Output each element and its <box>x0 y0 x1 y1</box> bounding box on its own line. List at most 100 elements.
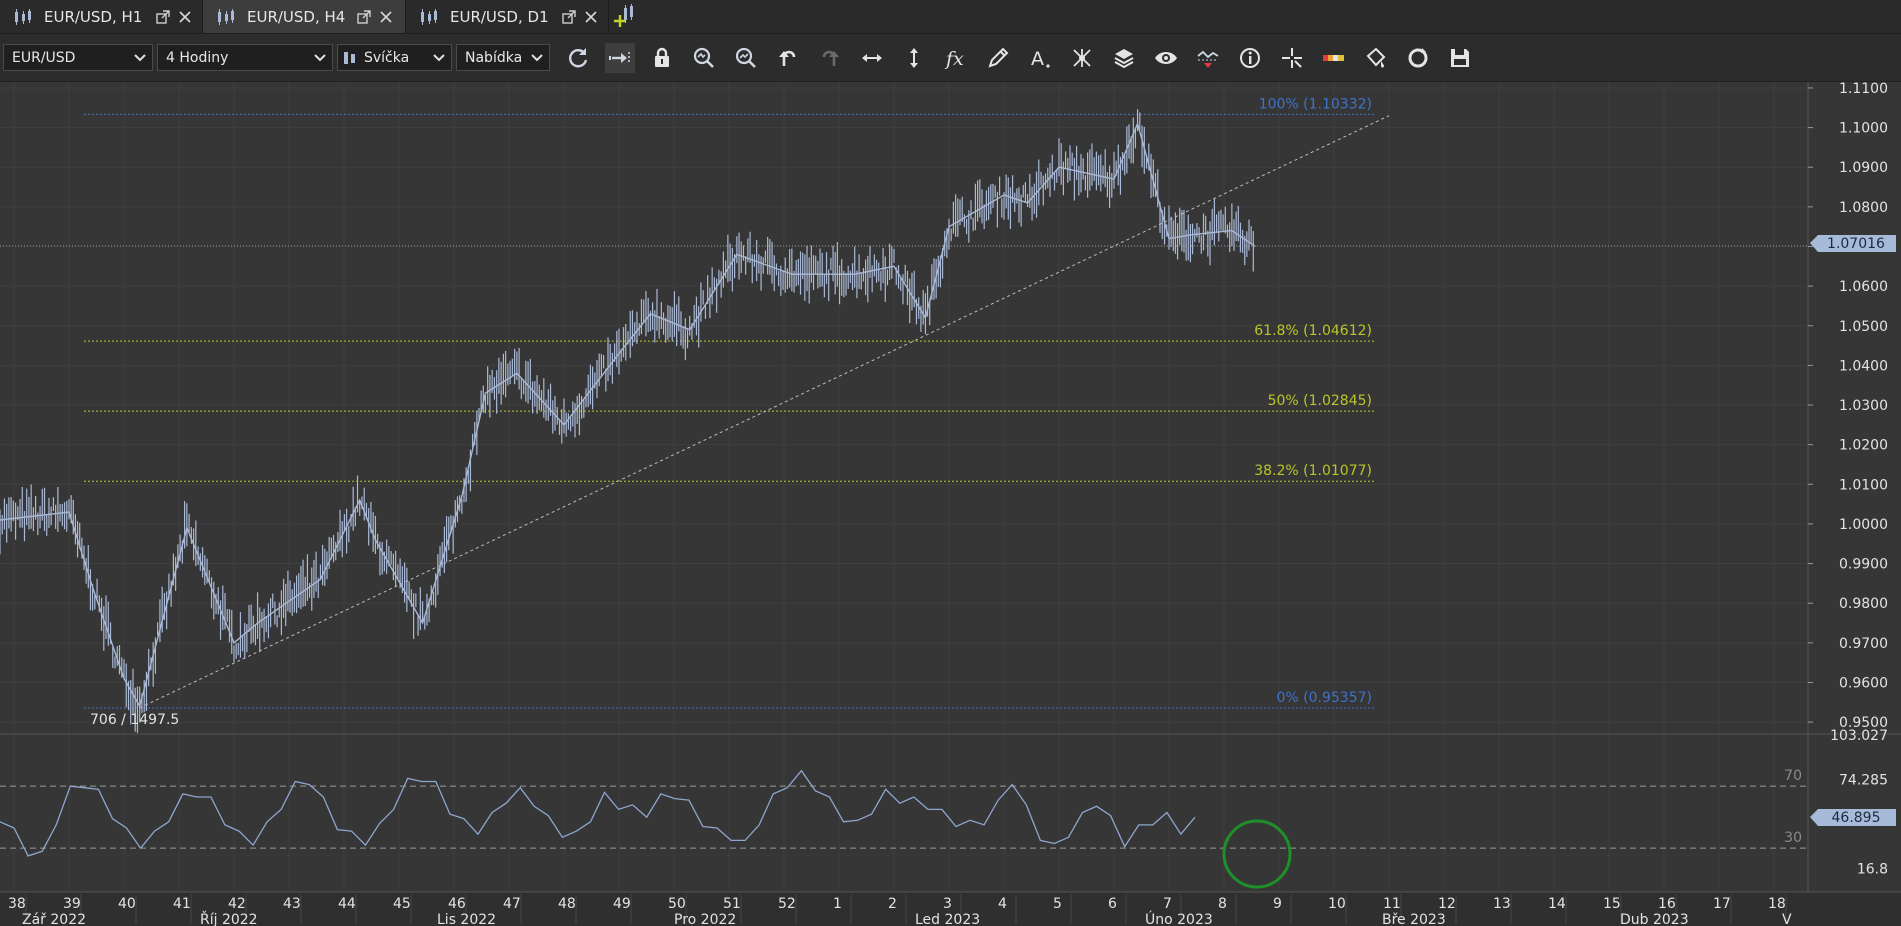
chart-alerts-button[interactable] <box>1193 43 1223 73</box>
tab-eurusd-d1[interactable]: EUR/USD, D1 <box>406 0 609 33</box>
chart-type-select[interactable]: Svíčka <box>337 44 452 71</box>
chevron-down-icon <box>134 54 146 62</box>
alert-chart-icon <box>1197 50 1219 68</box>
month-label: Říj 2022 <box>200 911 258 926</box>
timeframe-select-value: 4 Hodiny <box>166 49 229 66</box>
undo-icon <box>779 50 796 66</box>
vertical-scale-button[interactable] <box>899 43 929 73</box>
week-label: 51 <box>723 896 741 912</box>
template-icon <box>1366 47 1386 68</box>
fib-level-label: 100% (1.10332) <box>1259 96 1372 112</box>
indicators-button[interactable]: fx <box>941 43 971 73</box>
close-icon[interactable] <box>583 9 599 25</box>
undo-button[interactable] <box>773 43 803 73</box>
y-tick-label: 1.0900 <box>1839 160 1888 176</box>
y-tick-label: 1.0300 <box>1839 398 1888 414</box>
symbol-select-value: EUR/USD <box>12 49 76 66</box>
current-price-tag: 1.07016 <box>1810 235 1896 252</box>
week-label: 14 <box>1548 896 1566 912</box>
week-label: 38 <box>8 896 26 912</box>
y-tick-label: 1.0500 <box>1839 319 1888 335</box>
popout-icon[interactable] <box>155 9 171 25</box>
rsi-level-label: 30 <box>1784 830 1802 846</box>
week-label: 17 <box>1713 896 1731 912</box>
zoom-out-icon <box>735 47 756 68</box>
month-label: Pro 2022 <box>674 912 736 926</box>
week-label: 18 <box>1768 896 1786 912</box>
pattern-button[interactable] <box>1067 43 1097 73</box>
week-label: 50 <box>668 896 686 912</box>
month-label: Led 2023 <box>915 912 980 926</box>
y-tick-label: 1.0000 <box>1839 517 1888 533</box>
add-chart-icon[interactable] <box>614 4 640 28</box>
week-label: 39 <box>63 896 81 912</box>
candlestick-icon <box>421 8 437 25</box>
week-label: 13 <box>1493 896 1511 912</box>
zoom-in-icon <box>693 47 714 68</box>
lock-button[interactable] <box>647 43 677 73</box>
week-label: 7 <box>1163 896 1172 912</box>
chevron-down-icon <box>531 54 543 62</box>
pencil-icon <box>988 47 1009 68</box>
svg-text:A: A <box>1031 48 1044 70</box>
zoom-out-button[interactable] <box>731 43 761 73</box>
y-tick-label: 1.1100 <box>1839 82 1888 97</box>
month-label: Lis 2022 <box>437 912 496 926</box>
close-icon[interactable] <box>378 9 394 25</box>
month-label-truncated: V <box>1782 912 1792 926</box>
text-tool-button[interactable]: A <box>1025 43 1055 73</box>
popout-icon[interactable] <box>356 9 372 25</box>
candle-type-icon <box>344 51 355 64</box>
visibility-button[interactable] <box>1151 43 1181 73</box>
zoom-in-button[interactable] <box>689 43 719 73</box>
week-label: 52 <box>778 896 796 912</box>
save-icon <box>1451 49 1469 67</box>
horizontal-resize-icon <box>862 54 882 62</box>
price-chart-svg[interactable]: 100% (1.10332) 61.8% (1.04612) 50% (1.0284… <box>0 82 1901 926</box>
chart-toolbar: EUR/USD 4 Hodiny Svíčka Nabídka fx A <box>0 34 1901 82</box>
color-scheme-button[interactable] <box>1319 43 1349 73</box>
month-label: Bře 2023 <box>1382 912 1446 926</box>
week-label: 42 <box>228 896 246 912</box>
redo-button[interactable] <box>815 43 845 73</box>
popout-icon[interactable] <box>561 9 577 25</box>
autoscroll-icon <box>609 52 630 64</box>
week-label: 6 <box>1108 896 1117 912</box>
chevron-down-icon <box>314 54 326 62</box>
tab-eurusd-h1[interactable]: EUR/USD, H1 <box>0 0 203 33</box>
y-tick-label: 1.0400 <box>1839 358 1888 374</box>
week-label: 1 <box>833 896 842 912</box>
horizontal-scale-button[interactable] <box>857 43 887 73</box>
candlestick-icon <box>15 8 31 25</box>
refresh-button[interactable] <box>563 43 593 73</box>
tab-label: EUR/USD, H4 <box>247 7 346 26</box>
pattern-icon <box>1073 49 1091 67</box>
tab-eurusd-h4[interactable]: EUR/USD, H4 <box>203 0 406 33</box>
chart-area[interactable]: 100% (1.10332) 61.8% (1.04612) 50% (1.0284… <box>0 82 1901 926</box>
price-side-select[interactable]: Nabídka <box>456 44 550 71</box>
refresh-icon <box>569 48 588 68</box>
draw-button[interactable] <box>983 43 1013 73</box>
y-tick-label: 1.0200 <box>1839 438 1888 454</box>
save-button[interactable] <box>1445 43 1475 73</box>
week-label: 16 <box>1658 896 1676 912</box>
template-button[interactable] <box>1361 43 1391 73</box>
autoscroll-button[interactable] <box>605 43 635 73</box>
rsi-current-value: 46.895 <box>1832 810 1881 826</box>
info-button[interactable] <box>1235 43 1265 73</box>
week-label: 5 <box>1053 896 1062 912</box>
fib-level-label: 38.2% (1.01077) <box>1254 463 1372 479</box>
reset-button[interactable] <box>1403 43 1433 73</box>
close-icon[interactable] <box>177 9 193 25</box>
layers-button[interactable] <box>1109 43 1139 73</box>
tab-bar: EUR/USD, H1 EUR/USD, H4 EUR/USD, D1 <box>0 0 1901 34</box>
week-label: 49 <box>613 896 631 912</box>
price-side-value: Nabídka <box>465 49 523 66</box>
timeframe-select[interactable]: 4 Hodiny <box>157 44 333 71</box>
week-label: 4 <box>998 896 1007 912</box>
function-icon: fx <box>944 48 964 70</box>
crosshair-button[interactable] <box>1277 43 1307 73</box>
symbol-select[interactable]: EUR/USD <box>3 44 153 71</box>
current-price-value: 1.07016 <box>1827 236 1885 252</box>
rsi-tick-label: 16.8 <box>1857 862 1888 878</box>
